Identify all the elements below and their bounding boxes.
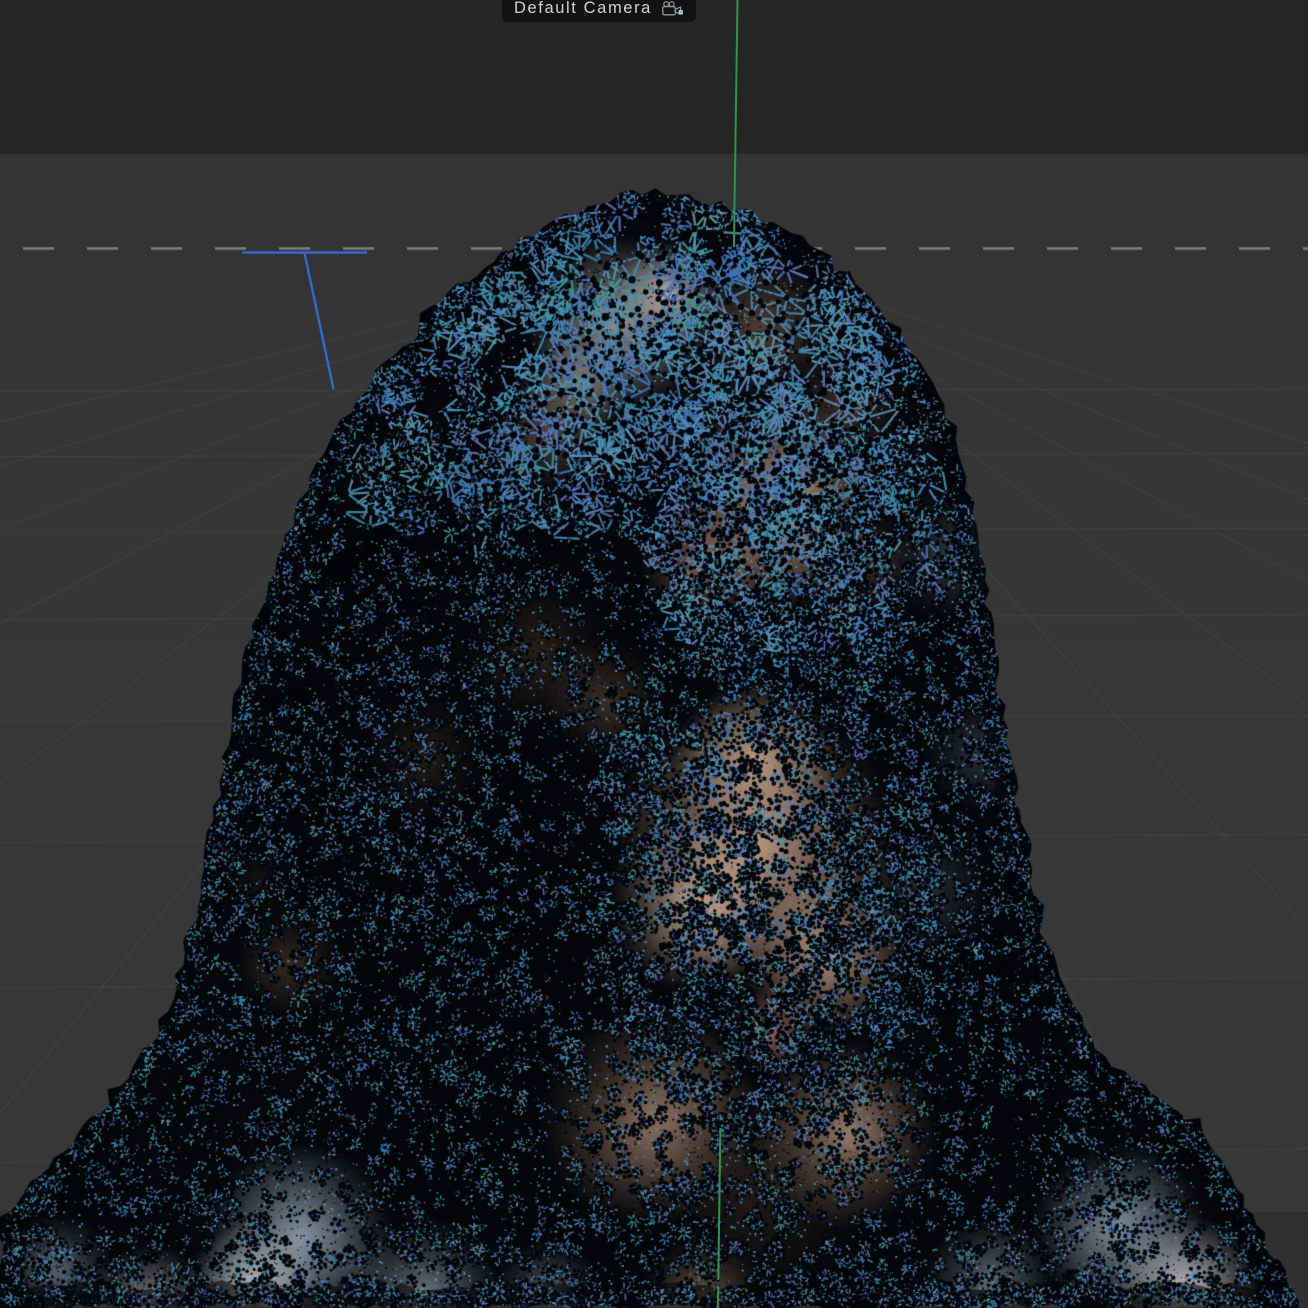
viewport-canvas[interactable] — [0, 0, 1308, 1308]
camera-icon — [662, 1, 684, 16]
camera-label-button[interactable]: Default Camera — [502, 0, 696, 22]
viewport: Default Camera — [0, 0, 1308, 1308]
camera-label-text: Default Camera — [514, 0, 652, 18]
